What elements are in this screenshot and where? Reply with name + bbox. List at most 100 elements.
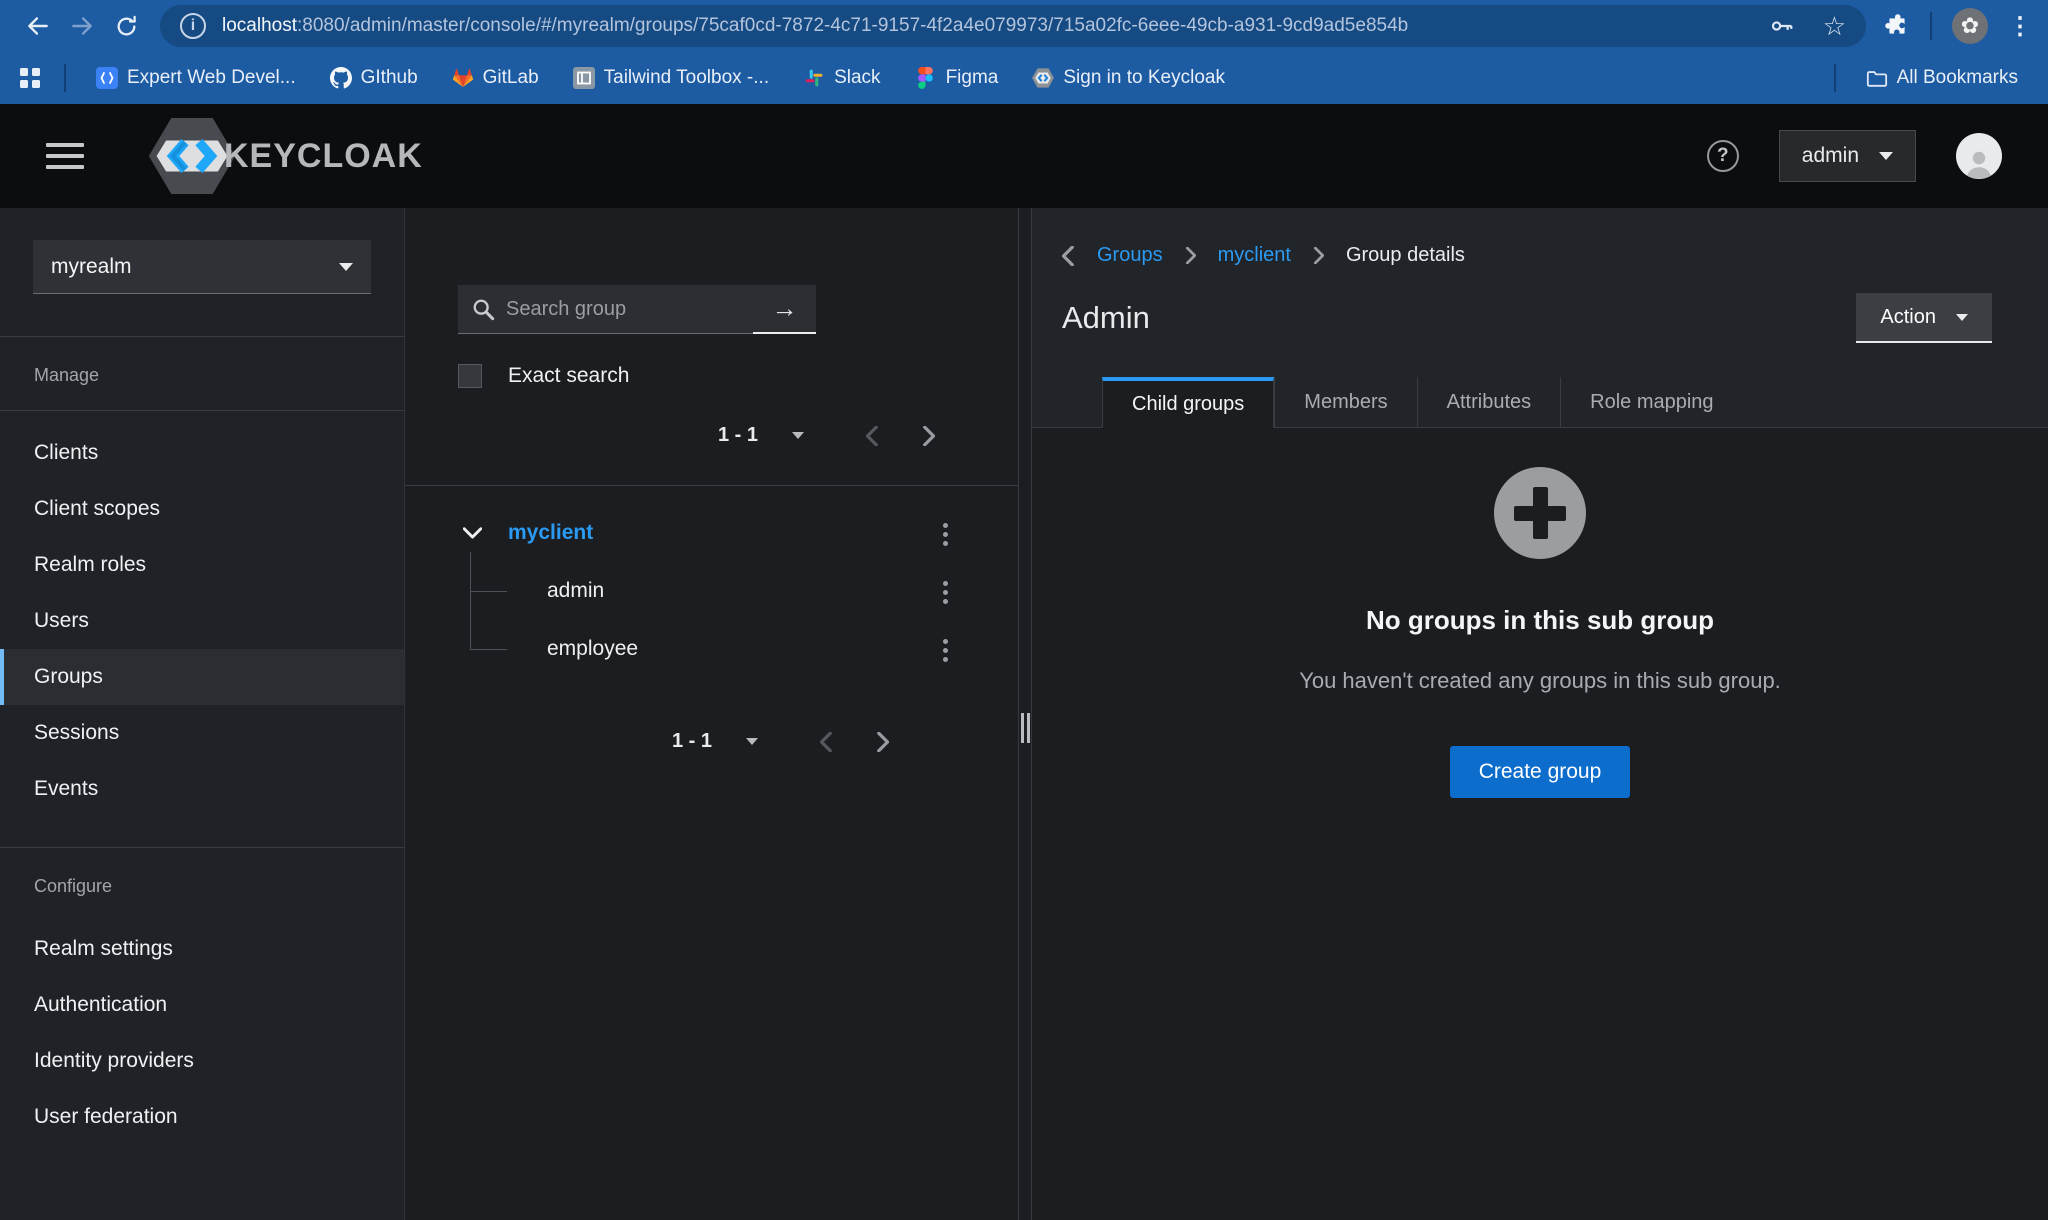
breadcrumb-groups-link[interactable]: Groups [1097,244,1163,267]
search-group-field[interactable] [458,285,753,334]
pagination-next-icon[interactable] [900,426,956,446]
kebab-menu-icon[interactable] [943,581,948,586]
user-menu-label: admin [1802,144,1859,168]
url-text[interactable]: localhost:8080/admin/master/console/#/my… [222,15,1753,37]
sidebar-item-user-federation[interactable]: User federation [0,1089,404,1145]
tree-item-admin[interactable]: admin [405,562,1018,620]
breadcrumb-back-icon[interactable] [1062,246,1075,266]
bookmark-gitlab[interactable]: GitLab [442,67,549,89]
bookmark-keycloak[interactable]: Sign in to Keycloak [1022,67,1235,89]
create-group-button[interactable]: Create group [1450,746,1631,798]
sidebar-item-clients[interactable]: Clients [0,425,404,481]
page-title: Admin [1062,300,1150,336]
browser-profile-avatar[interactable]: ✿ [1952,8,1988,44]
help-icon[interactable]: ? [1707,140,1739,172]
url-path: :8080/admin/master/console/#/myrealm/gro… [297,15,1408,36]
pagination-options-caret[interactable] [746,738,758,745]
panel-resize-divider[interactable] [1018,208,1032,1220]
nav-toggle-hamburger-icon[interactable] [46,143,84,169]
bookmark-label: Slack [834,67,880,89]
sidebar-item-authentication[interactable]: Authentication [0,977,404,1033]
tab-role-mapping[interactable]: Role mapping [1560,377,1742,428]
forward-icon[interactable] [60,4,104,48]
sidebar-section-manage: Manage [0,337,404,410]
add-plus-icon [1494,467,1586,559]
sidebar-item-users[interactable]: Users [0,593,404,649]
keycloak-favicon [1032,67,1054,89]
tree-item-label[interactable]: admin [547,579,604,603]
kebab-menu-icon[interactable] [943,523,948,528]
breadcrumb-separator-icon [1313,247,1324,264]
address-bar[interactable]: i localhost:8080/admin/master/console/#/… [160,5,1866,47]
groups-tree: myclient admin employee [405,486,1018,678]
sidebar-item-events[interactable]: Events [0,761,404,817]
sidebar-item-realm-settings[interactable]: Realm settings [0,921,404,977]
toolbar-separator [1930,12,1932,40]
bookmark-label: Tailwind Toolbox -... [604,67,769,89]
user-avatar[interactable] [1956,133,2002,179]
action-dropdown-button[interactable]: Action [1856,293,1992,343]
tab-members[interactable]: Members [1274,377,1416,428]
masthead: KEYCLOAK ? admin [0,104,2048,208]
tailwind-favicon [573,67,595,89]
exact-search-label: Exact search [508,364,629,388]
sidebar-item-realm-roles[interactable]: Realm roles [0,537,404,593]
exact-search-checkbox[interactable] [458,364,482,388]
bookmark-star-icon[interactable]: ☆ [1823,11,1846,42]
reload-icon[interactable] [104,4,148,48]
tree-children: admin employee [405,562,1018,678]
bookmarks-bar: Expert Web Devel... GIthub GitLab Tailwi… [0,52,2048,104]
tree-item-myclient[interactable]: myclient [405,504,1018,562]
action-dropdown-label: Action [1880,306,1936,329]
empty-state-description: You haven't created any groups in this s… [1299,668,1781,694]
figma-favicon [915,67,937,89]
sidebar-item-identity-providers[interactable]: Identity providers [0,1033,404,1089]
pagination-prev-icon[interactable] [798,732,854,752]
bookmark-slack[interactable]: Slack [793,67,890,89]
apps-grid-icon[interactable] [20,68,40,88]
tab-child-groups[interactable]: Child groups [1102,377,1274,428]
all-bookmarks-button[interactable]: All Bookmarks [1856,67,2028,89]
sidebar: myrealm Manage Clients Client scopes Rea… [0,208,405,1220]
sidebar-item-groups[interactable]: Groups [0,649,404,705]
drag-handle-icon[interactable] [1021,713,1030,743]
slack-favicon [803,67,825,89]
password-key-icon[interactable] [1769,13,1795,39]
kebab-menu-icon[interactable] [943,639,948,644]
site-info-icon[interactable]: i [180,13,206,39]
pagination-options-caret[interactable] [792,432,804,439]
pagination-top: 1 - 1 [405,424,1018,447]
back-icon[interactable] [16,4,60,48]
folder-icon [1866,67,1888,89]
sidebar-section-configure: Configure [0,848,404,921]
tree-item-employee[interactable]: employee [405,620,1018,678]
search-group-input[interactable] [458,285,753,334]
sidebar-item-sessions[interactable]: Sessions [0,705,404,761]
extensions-icon[interactable] [1884,13,1910,39]
pagination-next-icon[interactable] [854,732,910,752]
bookmark-figma[interactable]: Figma [905,67,1009,89]
realm-selector[interactable]: myrealm [33,240,371,294]
empty-state-title: No groups in this sub group [1366,605,1714,636]
sidebar-item-client-scopes[interactable]: Client scopes [0,481,404,537]
breadcrumb-current: Group details [1346,244,1465,267]
breadcrumb-myclient-link[interactable]: myclient [1218,244,1291,267]
keycloak-logo[interactable]: KEYCLOAK [148,118,423,194]
groups-tree-panel: → Exact search 1 - 1 myclient [405,208,1018,1220]
search-submit-button[interactable]: → [753,285,816,334]
bookmark-github[interactable]: GIthub [320,67,428,89]
pagination-prev-icon[interactable] [844,426,900,446]
user-menu-button[interactable]: admin [1779,130,1916,182]
pagination-range: 1 - 1 [672,730,712,753]
bookmark-expert-web[interactable]: Expert Web Devel... [86,67,306,89]
browser-menu-icon[interactable]: ⋮ [2008,12,2032,41]
bookmarks-separator [1834,64,1836,92]
breadcrumb: Groups myclient Group details [1032,208,2048,267]
tab-attributes[interactable]: Attributes [1417,377,1560,428]
tree-expand-chevron-icon[interactable] [463,527,482,540]
tree-item-label[interactable]: myclient [508,521,593,545]
code-favicon [96,67,118,89]
bookmark-tailwind[interactable]: Tailwind Toolbox -... [563,67,779,89]
tree-item-label[interactable]: employee [547,637,638,661]
tab-bar: Child groups Members Attributes Role map… [1032,377,2048,428]
